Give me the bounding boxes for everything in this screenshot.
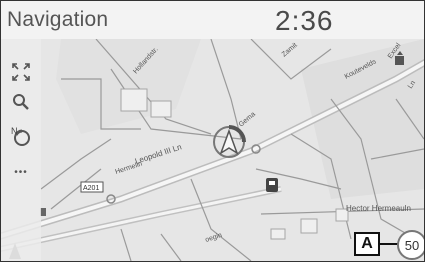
expand-map-icon (12, 63, 30, 81)
north-up-button[interactable]: N (8, 123, 34, 149)
street-label-hector: Hector Hermeauln (346, 204, 411, 213)
search-icon (13, 94, 29, 110)
speed-limit-badge: 50 (397, 230, 424, 260)
callout-label: A (354, 232, 380, 256)
expand-map-button[interactable] (8, 59, 34, 85)
header-bar: Navigation 2:36 (1, 1, 424, 40)
map-sidebar: N ••• (1, 39, 41, 261)
svg-text:N: N (11, 126, 18, 136)
search-button[interactable] (8, 89, 34, 115)
callout-leader-line (380, 243, 398, 245)
navigation-screen: Navigation 2:36 Hollandstr. Zamit Koutev… (0, 0, 425, 262)
map-canvas[interactable]: Hollandstr. Zamit Koutevelds Excel Leopo… (1, 38, 424, 261)
gas-station-icon[interactable] (266, 178, 278, 192)
screen-title: Navigation (7, 8, 109, 31)
north-up-icon: N (11, 126, 30, 146)
map-view[interactable]: Hollandstr. Zamit Koutevelds Excel Leopo… (1, 38, 424, 261)
clock-display: 2:36 (275, 5, 334, 36)
route-shield-label: A201 (83, 185, 99, 192)
more-options-button[interactable]: ••• (8, 159, 34, 185)
